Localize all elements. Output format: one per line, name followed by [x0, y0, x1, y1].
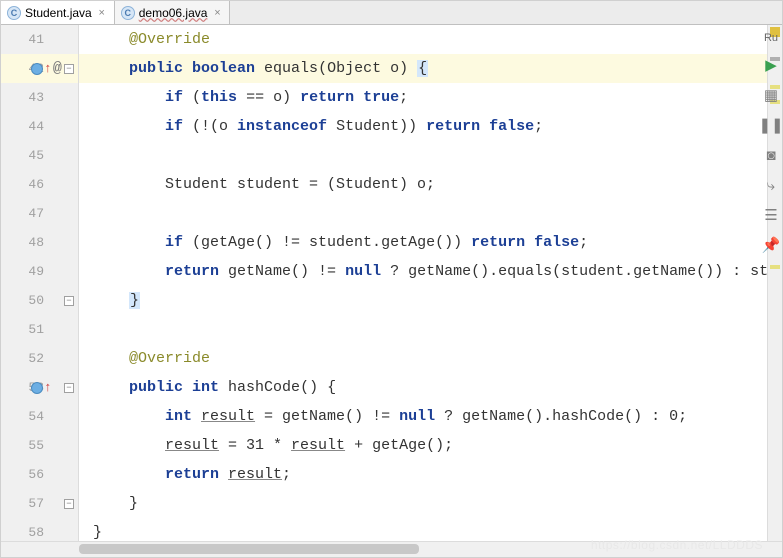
horizontal-scrollbar[interactable]: [1, 541, 782, 557]
gutter-line[interactable]: 53↑−: [1, 373, 78, 402]
gutter-line[interactable]: 43: [1, 83, 78, 112]
fold-icon[interactable]: −: [64, 383, 74, 393]
gutter-line[interactable]: 48: [1, 228, 78, 257]
camera-icon[interactable]: ◙: [762, 146, 780, 164]
gutter-line[interactable]: 51: [1, 315, 78, 344]
pause-icon[interactable]: ❚❚: [762, 116, 780, 134]
gutter-marks: ↑: [31, 380, 52, 395]
gutter-line[interactable]: 56: [1, 460, 78, 489]
close-icon[interactable]: ×: [96, 7, 108, 19]
tab-label: Student.java: [25, 6, 92, 20]
stripe-marker[interactable]: [770, 265, 780, 269]
gutter-line[interactable]: 41: [1, 25, 78, 54]
editor-window: C Student.java × C demo06.java × 4142↑@−…: [0, 0, 783, 558]
class-icon: C: [121, 6, 135, 20]
code-line[interactable]: result = 31 * result + getAge();: [79, 431, 767, 460]
class-icon: C: [7, 6, 21, 20]
tab-bar: C Student.java × C demo06.java ×: [1, 1, 782, 25]
gutter-line[interactable]: 46: [1, 170, 78, 199]
code-area[interactable]: @Override public boolean equals(Object o…: [79, 25, 767, 541]
close-icon[interactable]: ×: [211, 7, 223, 19]
right-toolbar: Ru ▶ ▦ ❚❚ ◙ ⤷ ☰ 📌: [759, 24, 783, 254]
code-line[interactable]: }: [79, 518, 767, 541]
exit-icon[interactable]: ⤷: [762, 176, 780, 194]
fold-icon[interactable]: −: [64, 296, 74, 306]
code-line[interactable]: Student student = (Student) o;: [79, 170, 767, 199]
gutter-line[interactable]: 50−: [1, 286, 78, 315]
pin-icon[interactable]: 📌: [762, 236, 780, 254]
arrow-up-icon: ↑: [44, 380, 52, 395]
code-line[interactable]: [79, 141, 767, 170]
fold-icon[interactable]: −: [64, 499, 74, 509]
gutter-line[interactable]: 47: [1, 199, 78, 228]
gutter-line[interactable]: 49: [1, 257, 78, 286]
at-icon: @: [53, 60, 62, 77]
code-line[interactable]: }: [79, 286, 767, 315]
settings-icon[interactable]: ☰: [762, 206, 780, 224]
code-line[interactable]: return getName() != null ? getName().equ…: [79, 257, 767, 286]
run-label: Ru: [764, 32, 778, 44]
gutter-line[interactable]: 52: [1, 344, 78, 373]
code-line[interactable]: @Override: [79, 344, 767, 373]
gutter-line[interactable]: 57−: [1, 489, 78, 518]
code-line[interactable]: return result;: [79, 460, 767, 489]
scrollbar-thumb[interactable]: [79, 544, 419, 554]
code-line[interactable]: public boolean equals(Object o) {: [79, 54, 767, 83]
code-line[interactable]: int result = getName() != null ? getName…: [79, 402, 767, 431]
code-line[interactable]: if (!(o instanceof Student)) return fals…: [79, 112, 767, 141]
fold-icon[interactable]: −: [64, 64, 74, 74]
code-line[interactable]: [79, 315, 767, 344]
gutter-line[interactable]: 54: [1, 402, 78, 431]
code-line[interactable]: @Override: [79, 25, 767, 54]
arrow-up-icon: ↑: [44, 61, 52, 76]
gutter-marks: ↑@: [31, 60, 62, 77]
code-line[interactable]: }: [79, 489, 767, 518]
code-line[interactable]: public int hashCode() {: [79, 373, 767, 402]
gutter-line[interactable]: 45: [1, 141, 78, 170]
gutter-line[interactable]: 42↑@−: [1, 54, 78, 83]
override-icon[interactable]: [31, 382, 43, 394]
override-icon[interactable]: [31, 63, 43, 75]
code-line[interactable]: [79, 199, 767, 228]
code-line[interactable]: if (getAge() != student.getAge()) return…: [79, 228, 767, 257]
gutter-line[interactable]: 44: [1, 112, 78, 141]
run-icon[interactable]: ▶: [762, 56, 780, 74]
tab-demo06[interactable]: C demo06.java ×: [115, 1, 231, 24]
tab-student[interactable]: C Student.java ×: [1, 1, 115, 24]
tab-label: demo06.java: [139, 6, 208, 20]
editor-main: 4142↑@−4344454647484950−515253↑−54555657…: [1, 25, 782, 541]
debug-icon[interactable]: ▦: [762, 86, 780, 104]
gutter-line[interactable]: 58: [1, 518, 78, 541]
gutter-line[interactable]: 55: [1, 431, 78, 460]
code-line[interactable]: if (this == o) return true;: [79, 83, 767, 112]
gutter: 4142↑@−4344454647484950−515253↑−54555657…: [1, 25, 79, 541]
